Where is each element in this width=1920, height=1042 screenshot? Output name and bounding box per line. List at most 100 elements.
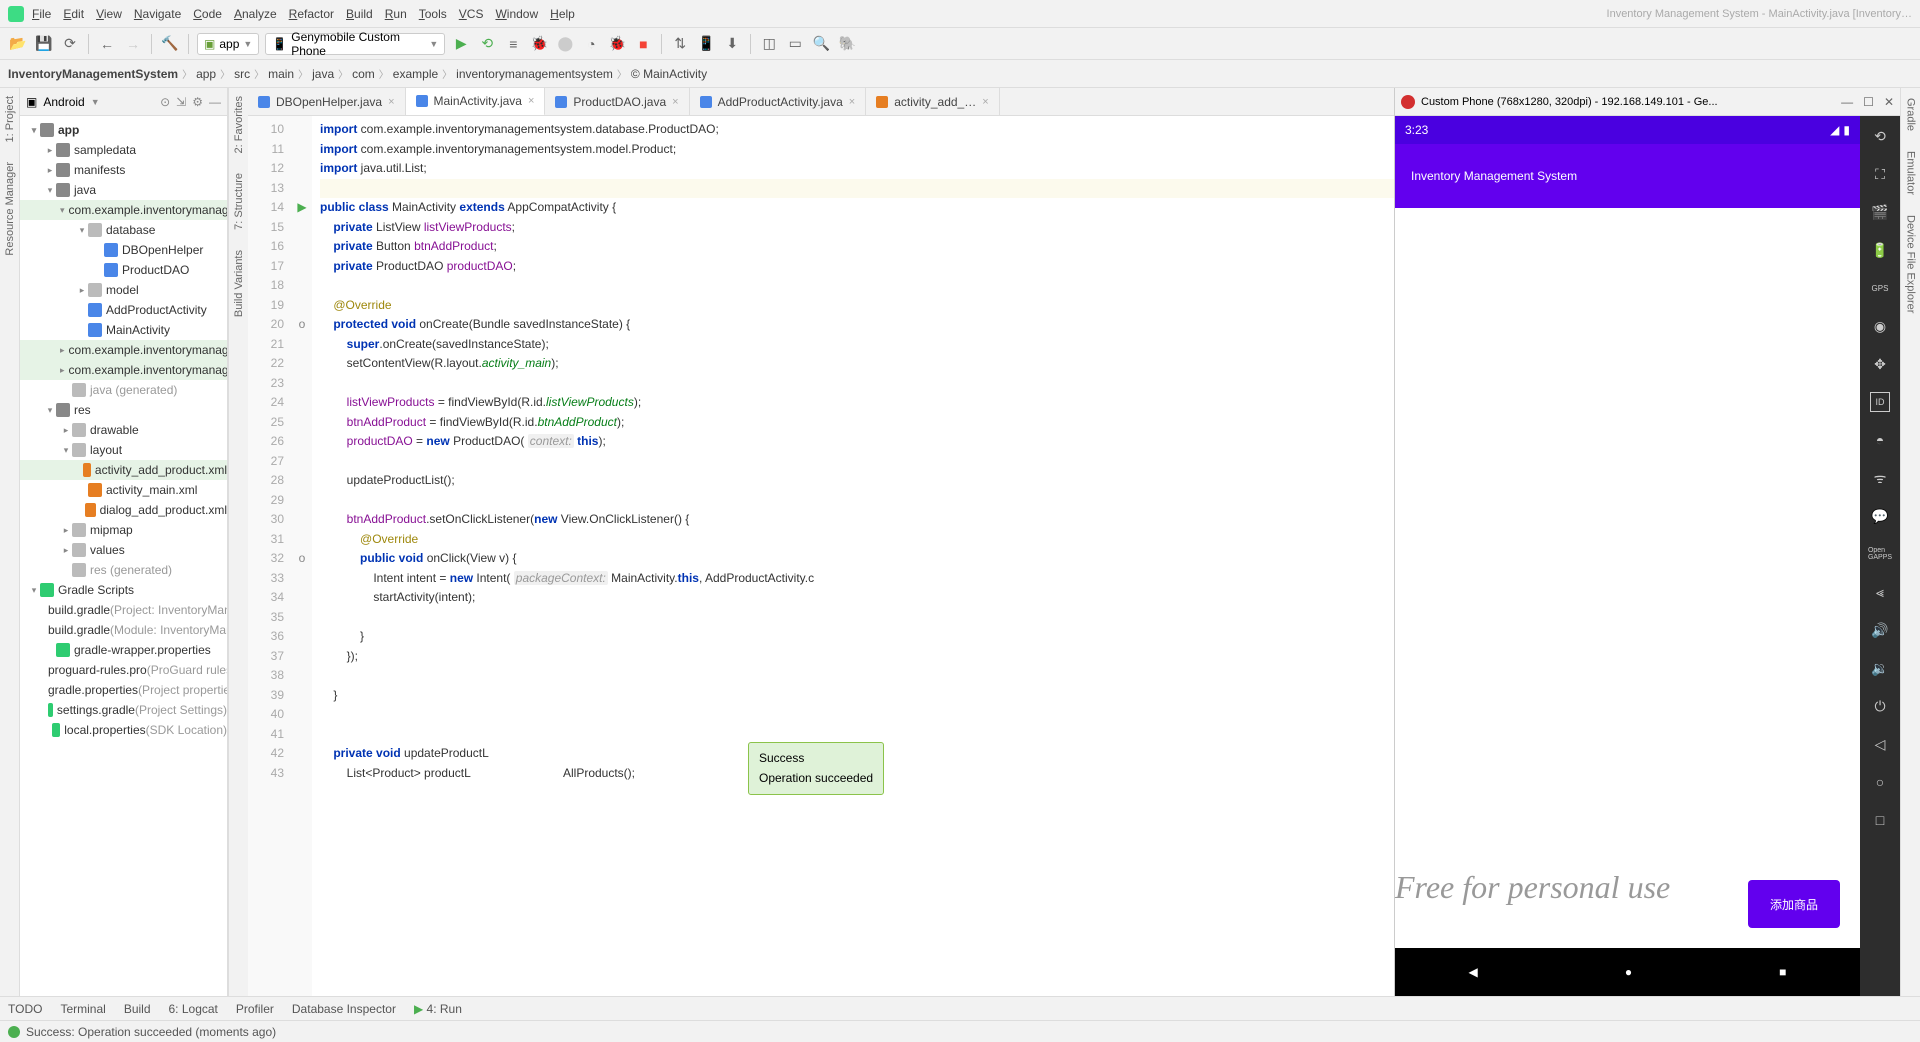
tree-node[interactable]: build.gradle (Project: InventoryManageme… (20, 600, 227, 620)
breadcrumb-item[interactable]: app (196, 67, 216, 81)
gps-icon[interactable]: GPS (1870, 278, 1890, 298)
close-tab-icon[interactable]: × (528, 95, 534, 107)
tree-node[interactable]: ▾res (20, 400, 227, 420)
gradle-sync-icon[interactable]: 🐘 (837, 34, 857, 54)
menu-refactor[interactable]: Refactor (289, 7, 334, 21)
close-tab-icon[interactable]: × (388, 96, 394, 108)
tree-node[interactable]: ▸model (20, 280, 227, 300)
tree-node[interactable]: ▾com.example.inventorymanagementsystem (20, 200, 227, 220)
tree-node[interactable]: activity_main.xml (20, 480, 227, 500)
add-product-button[interactable]: 添加商品 (1748, 880, 1840, 928)
breadcrumb-item[interactable]: main (268, 67, 294, 81)
home-nav-icon[interactable]: ● (1625, 965, 1632, 979)
share-icon[interactable]: ⪡ (1870, 582, 1890, 602)
editor-tab[interactable]: AddProductActivity.java× (690, 88, 867, 116)
profile-icon[interactable]: ◔ (581, 34, 601, 54)
project-view-combo[interactable]: Android (43, 95, 84, 109)
wifi-icon[interactable]: ᯤ (1870, 468, 1890, 488)
tool-emulator[interactable]: Emulator (1905, 151, 1917, 195)
apply-changes-icon[interactable]: ⟲ (477, 34, 497, 54)
debug-icon[interactable]: 🐞 (529, 34, 549, 54)
tree-node[interactable]: local.properties (SDK Location) (20, 720, 227, 740)
tool-build-variants[interactable]: Build Variants (233, 250, 245, 317)
fullscreen-icon[interactable]: ⛶ (1870, 164, 1890, 184)
tree-node[interactable]: ▾Gradle Scripts (20, 580, 227, 600)
bottom-tool-6-logcat[interactable]: 6: Logcat (169, 1002, 218, 1016)
breadcrumb-item[interactable]: © MainActivity (631, 67, 707, 81)
search-icon[interactable]: 🔍 (811, 34, 831, 54)
tree-node[interactable]: gradle-wrapper.properties (20, 640, 227, 660)
tree-node[interactable]: DBOpenHelper (20, 240, 227, 260)
volume-up-icon[interactable]: 🔊 (1870, 620, 1890, 640)
tree-node[interactable]: ▸values (20, 540, 227, 560)
close-tab-icon[interactable]: × (982, 96, 988, 108)
tree-node[interactable]: ▸mipmap (20, 520, 227, 540)
close-icon[interactable]: ✕ (1884, 95, 1894, 109)
tree-node[interactable]: AddProductActivity (20, 300, 227, 320)
menu-file[interactable]: File (32, 7, 51, 21)
disk-icon[interactable]: ◓ (1870, 430, 1890, 450)
tree-node[interactable]: java (generated) (20, 380, 227, 400)
nav-back-icon[interactable]: ◁ (1870, 734, 1890, 754)
menu-navigate[interactable]: Navigate (134, 7, 181, 21)
bottom-tool-4-run[interactable]: ▶ 4: Run (414, 1002, 462, 1016)
menu-view[interactable]: View (96, 7, 122, 21)
close-tab-icon[interactable]: × (672, 96, 678, 108)
open-icon[interactable]: 📂 (8, 34, 28, 54)
bottom-tool-build[interactable]: Build (124, 1002, 151, 1016)
power-icon[interactable]: ⏻ (1870, 696, 1890, 716)
build-icon[interactable]: 🔨 (160, 34, 180, 54)
breadcrumb-item[interactable]: inventorymanagementsystem (456, 67, 613, 81)
device-combo[interactable]: 📱Genymobile Custom Phone▼ (265, 33, 445, 55)
code-editor[interactable]: 1011121314151617181920212223242526272829… (248, 116, 1394, 996)
menu-build[interactable]: Build (346, 7, 373, 21)
breadcrumb-item[interactable]: com (352, 67, 375, 81)
rotate-icon[interactable]: ⟲ (1870, 126, 1890, 146)
breadcrumb-item[interactable]: InventoryManagementSystem (8, 67, 178, 81)
menu-code[interactable]: Code (193, 7, 222, 21)
layout-inspector-icon[interactable]: ◫ (759, 34, 779, 54)
tree-node[interactable]: ▾java (20, 180, 227, 200)
tool-project[interactable]: 1: Project (4, 96, 16, 142)
attach-icon[interactable]: 🐞 (607, 34, 627, 54)
phone-screen[interactable]: 3:23 ◢▮ Inventory Management System 添加商品… (1395, 116, 1860, 996)
menu-analyze[interactable]: Analyze (234, 7, 277, 21)
avd-icon[interactable]: 📱 (696, 34, 716, 54)
sync-icon[interactable]: ⟳ (60, 34, 80, 54)
tool-device-explorer[interactable]: Device File Explorer (1905, 215, 1917, 313)
tree-node[interactable]: dialog_add_product.xml (20, 500, 227, 520)
close-tab-icon[interactable]: × (849, 96, 855, 108)
nav-home-icon[interactable]: ○ (1870, 772, 1890, 792)
battery-tool-icon[interactable]: 🔋 (1870, 240, 1890, 260)
tree-node[interactable]: MainActivity (20, 320, 227, 340)
tree-node[interactable]: proguard-rules.pro (ProGuard rules) (20, 660, 227, 680)
source-code[interactable]: import com.example.inventorymanagementsy… (312, 116, 1394, 996)
tool-favorites[interactable]: 2: Favorites (233, 96, 245, 153)
expand-icon[interactable]: ⇲ (176, 95, 186, 109)
minimize-icon[interactable]: — (1841, 95, 1853, 109)
apply-code-icon[interactable]: ≡ (503, 34, 523, 54)
tree-node[interactable]: settings.gradle (Project Settings) (20, 700, 227, 720)
sdk-icon[interactable]: ⬇ (722, 34, 742, 54)
breadcrumb-item[interactable]: java (312, 67, 334, 81)
editor-tab[interactable]: ProductDAO.java× (545, 88, 689, 116)
tool-resource-manager[interactable]: Resource Manager (4, 162, 16, 256)
tree-node[interactable]: activity_add_product.xml (20, 460, 227, 480)
maximize-icon[interactable]: ☐ (1863, 95, 1874, 109)
tool-structure[interactable]: 7: Structure (233, 173, 245, 230)
menu-edit[interactable]: Edit (63, 7, 84, 21)
run-icon[interactable]: ▶ (451, 34, 471, 54)
tree-node[interactable]: ▾database (20, 220, 227, 240)
sms-icon[interactable]: 💬 (1870, 506, 1890, 526)
coverage-icon[interactable]: ⬤ (555, 34, 575, 54)
menu-vcs[interactable]: VCS (459, 7, 484, 21)
tree-node[interactable]: ▸com.example.inventorymanagementsystem (20, 340, 227, 360)
bottom-tool-terminal[interactable]: Terminal (60, 1002, 105, 1016)
editor-tab[interactable]: activity_add_…× (866, 88, 999, 116)
tool-gradle[interactable]: Gradle (1905, 98, 1917, 131)
menu-run[interactable]: Run (385, 7, 407, 21)
breadcrumb-item[interactable]: example (393, 67, 438, 81)
tree-node[interactable]: ▸manifests (20, 160, 227, 180)
tree-node[interactable]: ▸com.example.inventorymanagementsystem (20, 360, 227, 380)
project-structure-icon[interactable]: ▭ (785, 34, 805, 54)
